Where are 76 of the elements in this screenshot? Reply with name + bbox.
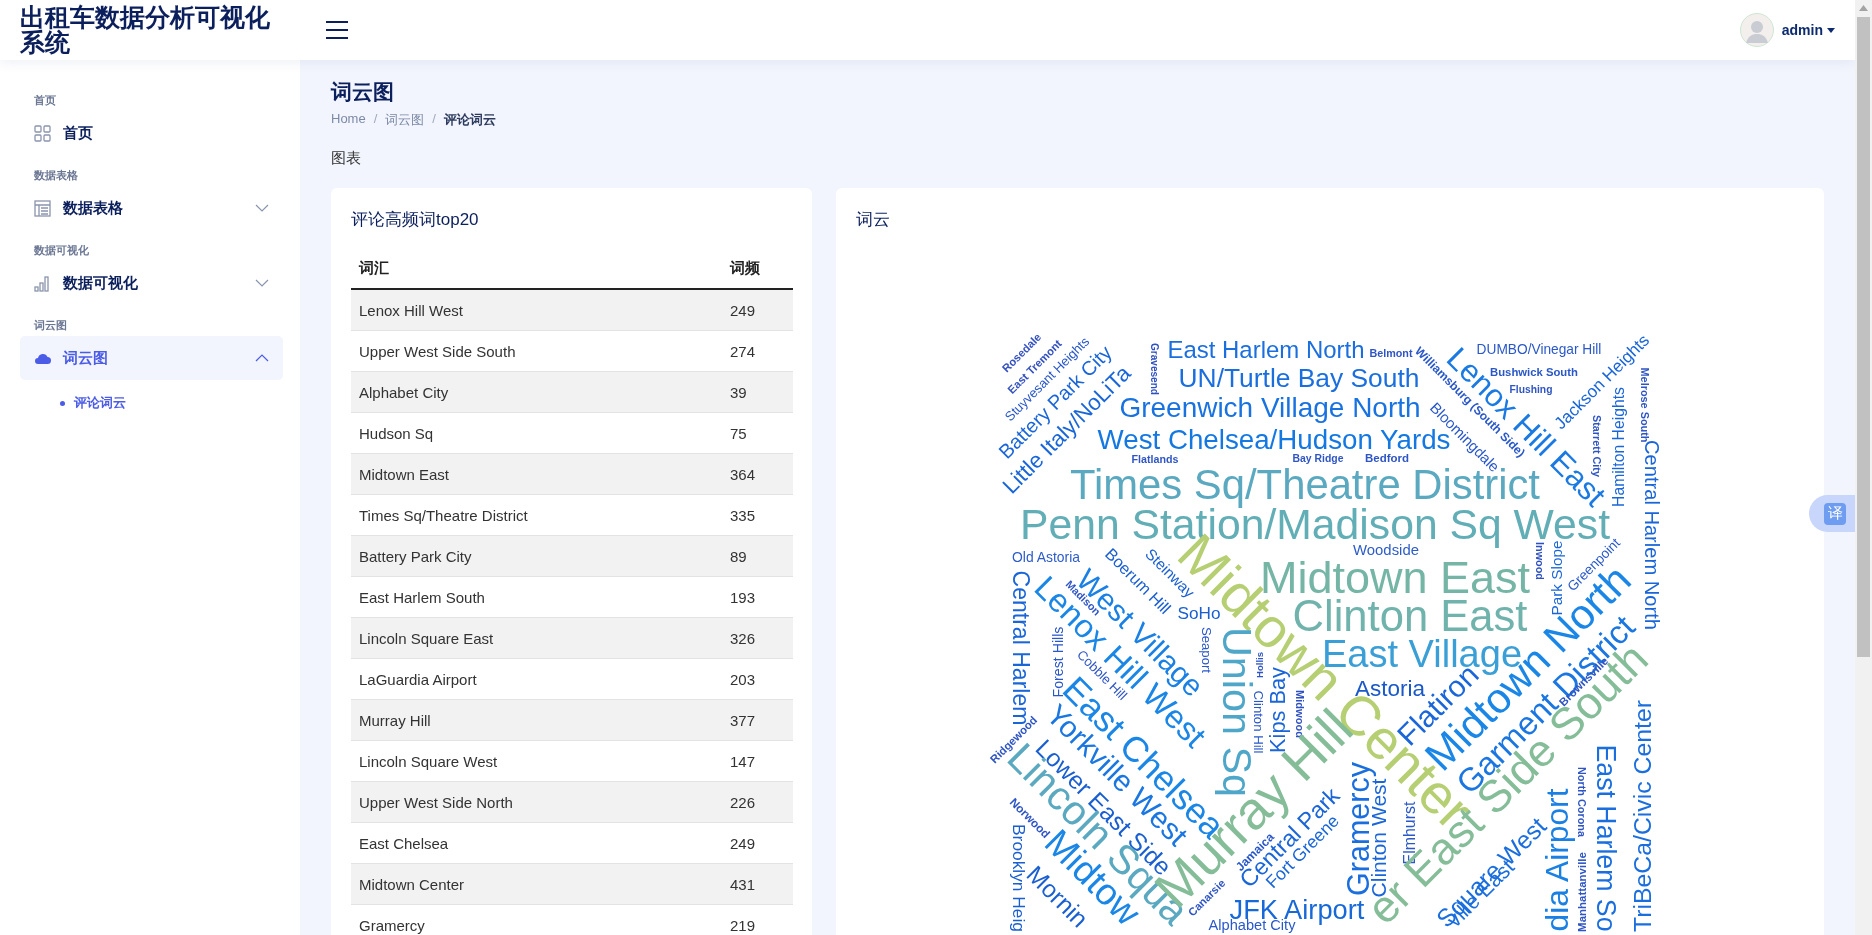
nav-item[interactable]: 数据可视化 [20,261,283,305]
table-cell: Midtown Center [359,875,465,893]
table-cell: Alphabet City [359,383,449,401]
table-cell: 193 [730,588,756,606]
table-cell: Midtown East [359,465,450,483]
table-cell: 203 [730,670,756,688]
table-cell: 377 [730,711,756,729]
cloud-word: North Corona [1576,767,1588,837]
table-cell: Battery Park City [359,547,472,565]
table-cell: 75 [730,424,747,442]
table-cell: Lincoln Square East [359,629,494,647]
table-cell: 274 [730,342,756,360]
card-title: 评论高频词top20 [351,209,480,231]
table-cell: 219 [730,916,756,934]
avatar-icon[interactable] [1739,13,1774,47]
breadcrumb-separator: / [432,111,436,128]
table-cell: 364 [730,465,756,483]
breadcrumb-link[interactable]: Home [331,111,366,129]
cloud-word: East Harlem North [1167,338,1365,362]
table-cell: East Chelsea [359,834,449,852]
table-cell: Lincoln Square West [359,752,498,770]
card-title: 词云 [856,209,891,231]
table-cell: Gramercy [359,916,425,934]
section-heading: 数据可视化 [33,243,90,258]
table-cell: LaGuardia Airport [359,670,477,688]
bar-chart-icon [34,274,51,292]
table-cell: Times Sq/Theatre District [359,506,528,524]
nav-item[interactable]: 首页 [20,111,283,155]
cloud-word: East Harlem So [1592,744,1620,932]
table-icon [34,199,51,217]
cloud-word: Woodside [1353,542,1419,558]
table-cell: 335 [730,506,756,524]
table-cell: Lenox Hill West [359,301,463,319]
cloud-word: Belmont [1369,347,1413,359]
table-cell: 431 [730,875,756,893]
page-title: 词云图 [331,79,395,105]
cloud-word: Old Astoria [1012,551,1080,565]
user-menu[interactable]: admin [1781,22,1835,38]
cloud-word: Bedford [1365,453,1409,465]
table-cell: Upper West Side South [359,342,516,360]
table-cell: East Harlem South [359,588,485,606]
table-cell: Murray Hill [359,711,431,729]
section-label: 图表 [331,149,362,168]
submenu-item[interactable]: 评论词云 [20,388,283,418]
cloud-word: Hamilton Heights [1611,387,1627,507]
table-cell: 39 [730,383,747,401]
scrollbar[interactable] [1855,0,1872,935]
breadcrumb-separator: / [373,111,378,128]
breadcrumb-current: 评论词云 [443,111,496,129]
table-cell: 147 [730,752,756,770]
table-cell: 226 [730,793,756,811]
table-cell: 326 [730,629,756,647]
nav-item[interactable]: 词云图 [20,336,283,380]
scrollbar-thumb[interactable] [1857,17,1870,657]
breadcrumb-link[interactable]: 词云图 [385,111,425,129]
table-cell: 249 [730,834,756,852]
table-cell: Hudson Sq [359,424,434,442]
translate-button[interactable]: 译 [1809,495,1855,532]
section-heading: 数据表格 [33,168,79,183]
cloud-word: Flatlands [1131,453,1179,465]
menu-icon[interactable] [325,20,349,40]
cloud-word: UN/Turtle Bay South [1178,364,1420,392]
scroll-up-icon[interactable] [1859,5,1868,11]
caret-icon [1827,27,1835,33]
section-heading: 词云图 [33,318,68,333]
nav-item[interactable]: 数据表格 [20,186,283,230]
table-cell: Upper West Side North [359,793,513,811]
section-heading: 首页 [33,93,57,108]
cloud-word: Gravesend [1148,343,1160,395]
cloud-word: Inwood [1534,542,1546,580]
grid-icon [34,124,51,142]
table-cell: 89 [730,547,747,565]
cloud-word: Bay Ridge [1292,453,1344,465]
app-title: 出租车数据分析可视化系统 [19,5,271,55]
table-cell: 249 [730,301,756,319]
cloud-word: Manhattanville [1577,852,1589,932]
